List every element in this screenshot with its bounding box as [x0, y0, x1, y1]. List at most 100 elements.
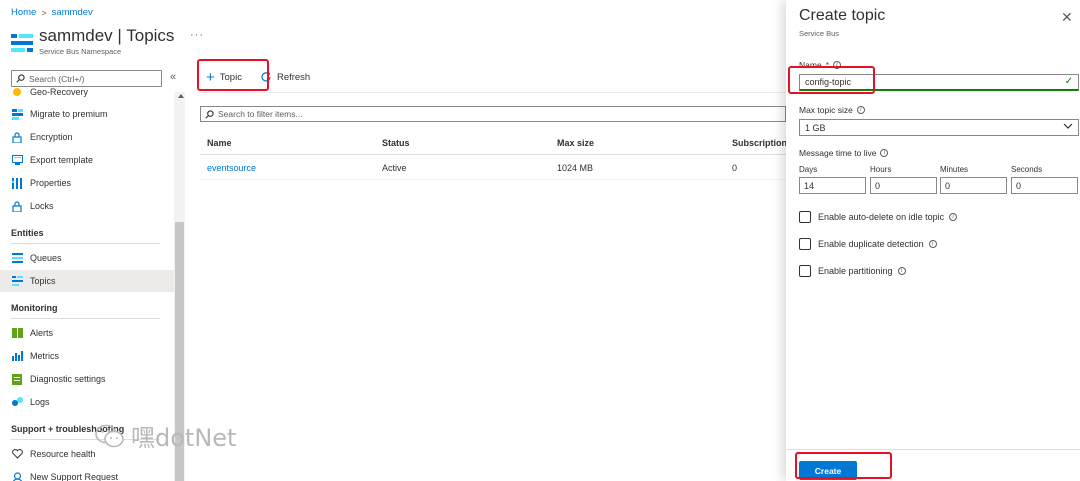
section-heading-monitoring: Monitoring [11, 303, 160, 319]
duplicate-detection-checkbox[interactable] [799, 238, 811, 250]
duplicate-detection-label: Enable duplicate detection [818, 239, 924, 249]
breadcrumb-current-link[interactable]: sammdev [52, 7, 93, 18]
diagnostic-settings-icon [11, 373, 23, 385]
page-title: sammdev | Topics [39, 26, 175, 45]
close-icon[interactable]: ✕ [1061, 9, 1073, 26]
search-icon [205, 109, 214, 119]
watermark-text: 嘿dotNet [131, 424, 237, 452]
ttl-minutes-input[interactable]: 0 [940, 177, 1007, 194]
chevron-down-icon [1063, 121, 1073, 134]
watermark: 嘿dotNet [95, 418, 236, 453]
section-heading-entities: Entities [11, 228, 160, 244]
sidebar-item-properties[interactable]: Properties [0, 172, 174, 194]
auto-delete-option[interactable]: Enable auto-delete on idle topic i [799, 211, 958, 223]
info-icon[interactable]: i [880, 149, 889, 157]
scroll-up-arrow-icon[interactable] [178, 94, 184, 98]
column-header-name[interactable]: Name [207, 132, 232, 154]
sidebar-item-label: Properties [30, 178, 72, 188]
migrate-icon [11, 108, 23, 120]
topic-max-size: 1024 MB [557, 162, 594, 173]
more-actions-button[interactable]: ··· [190, 29, 204, 41]
info-icon[interactable]: i [897, 267, 906, 275]
info-icon[interactable]: i [856, 106, 865, 114]
sidebar-item-encryption[interactable]: Encryption [0, 126, 174, 148]
duplicate-detection-option[interactable]: Enable duplicate detection i [799, 238, 937, 250]
sidebar-item-label: Geo-Recovery [30, 88, 89, 97]
sidebar-item-export-template[interactable]: Export template [0, 149, 174, 171]
panel-subtitle: Service Bus [799, 29, 840, 38]
collapse-menu-button[interactable]: « [170, 71, 176, 83]
info-icon[interactable]: i [949, 213, 958, 221]
partitioning-option[interactable]: Enable partitioning i [799, 265, 906, 277]
partitioning-label: Enable partitioning [818, 266, 893, 276]
menu-search-input[interactable]: Search (Ctrl+/) [11, 70, 162, 87]
menu-search-placeholder: Search (Ctrl+/) [29, 73, 85, 84]
max-size-field-label: Max topic size i [799, 105, 865, 115]
sidebar-item-label: New Support Request [30, 472, 119, 481]
breadcrumb-separator: > [41, 7, 47, 18]
sidebar-item-label: Diagnostic settings [30, 374, 106, 384]
alerts-icon [11, 327, 23, 339]
sidebar-item-alerts[interactable]: Alerts [0, 322, 174, 344]
ttl-seconds-input[interactable]: 0 [1011, 177, 1078, 194]
wechat-logo-icon [95, 424, 124, 447]
service-bus-icon [11, 34, 33, 52]
sidebar-item-new-support-request[interactable]: New Support Request [0, 466, 174, 481]
sidebar-item-locks[interactable]: Locks [0, 195, 174, 217]
sidebar-item-label: Locks [30, 201, 54, 211]
properties-icon [11, 177, 23, 189]
sidebar-item-label: Encryption [30, 132, 73, 142]
table-header: Name Status Max size Subscription [200, 132, 786, 155]
ttl-days-input[interactable]: 14 [799, 177, 866, 194]
column-header-subscriptions[interactable]: Subscription [732, 132, 786, 154]
topic-name-link[interactable]: eventsource [207, 156, 256, 179]
annotation-highlight-topic [197, 59, 269, 91]
auto-delete-checkbox[interactable] [799, 211, 811, 223]
sidebar-item-label: Export template [30, 155, 94, 165]
ttl-hours-input[interactable]: 0 [870, 177, 937, 194]
topic-status: Active [382, 162, 407, 173]
valid-check-icon: ✓ [1064, 76, 1073, 87]
sidebar-item-queues[interactable]: Queues [0, 247, 174, 269]
minutes-label: Minutes [940, 165, 969, 174]
partitioning-checkbox[interactable] [799, 265, 811, 277]
annotation-highlight-create [795, 452, 892, 479]
sidebar-item-label: Topics [30, 276, 56, 286]
metrics-icon [11, 350, 23, 362]
sidebar-item-geo-recovery[interactable]: Geo-Recovery [0, 88, 174, 103]
logs-icon [11, 396, 23, 408]
geo-recovery-icon [11, 88, 23, 98]
sidebar-item-topics[interactable]: Topics [0, 270, 174, 292]
sidebar-item-label: Migrate to premium [30, 109, 108, 119]
command-bar-divider [197, 92, 786, 93]
ttl-field-label: Message time to live i [799, 148, 889, 158]
sidebar-item-migrate[interactable]: Migrate to premium [0, 103, 174, 125]
lock-icon [11, 131, 23, 143]
sidebar-item-metrics[interactable]: Metrics [0, 345, 174, 367]
days-label: Days [799, 165, 818, 174]
max-size-label-text: Max topic size [799, 105, 853, 115]
sidebar-item-label: Metrics [30, 351, 59, 361]
create-topic-panel: Create topic Service Bus ✕ Name * i conf… [786, 0, 1080, 481]
filter-input[interactable]: Search to filter items... [200, 106, 786, 122]
max-size-value: 1 GB [805, 122, 826, 133]
lock-icon [11, 200, 23, 212]
support-icon [11, 471, 23, 481]
export-template-icon [11, 154, 23, 166]
refresh-label: Refresh [276, 71, 311, 83]
column-header-max-size[interactable]: Max size [557, 132, 594, 154]
hours-label: Hours [870, 165, 892, 174]
breadcrumb-home-link[interactable]: Home [11, 7, 36, 18]
sidebar-item-label: Alerts [30, 328, 54, 338]
auto-delete-label: Enable auto-delete on idle topic [818, 212, 945, 222]
max-size-select[interactable]: 1 GB [799, 119, 1079, 136]
annotation-highlight-name [788, 66, 875, 94]
panel-title: Create topic [799, 7, 886, 24]
sidebar-item-diagnostic-settings[interactable]: Diagnostic settings [0, 368, 174, 390]
filter-placeholder: Search to filter items... [218, 109, 303, 119]
ttl-label-text: Message time to live [799, 148, 877, 158]
sidebar-item-label: Queues [30, 253, 62, 263]
column-header-status[interactable]: Status [382, 132, 410, 154]
sidebar-item-logs[interactable]: Logs [0, 391, 174, 413]
info-icon[interactable]: i [928, 240, 937, 248]
